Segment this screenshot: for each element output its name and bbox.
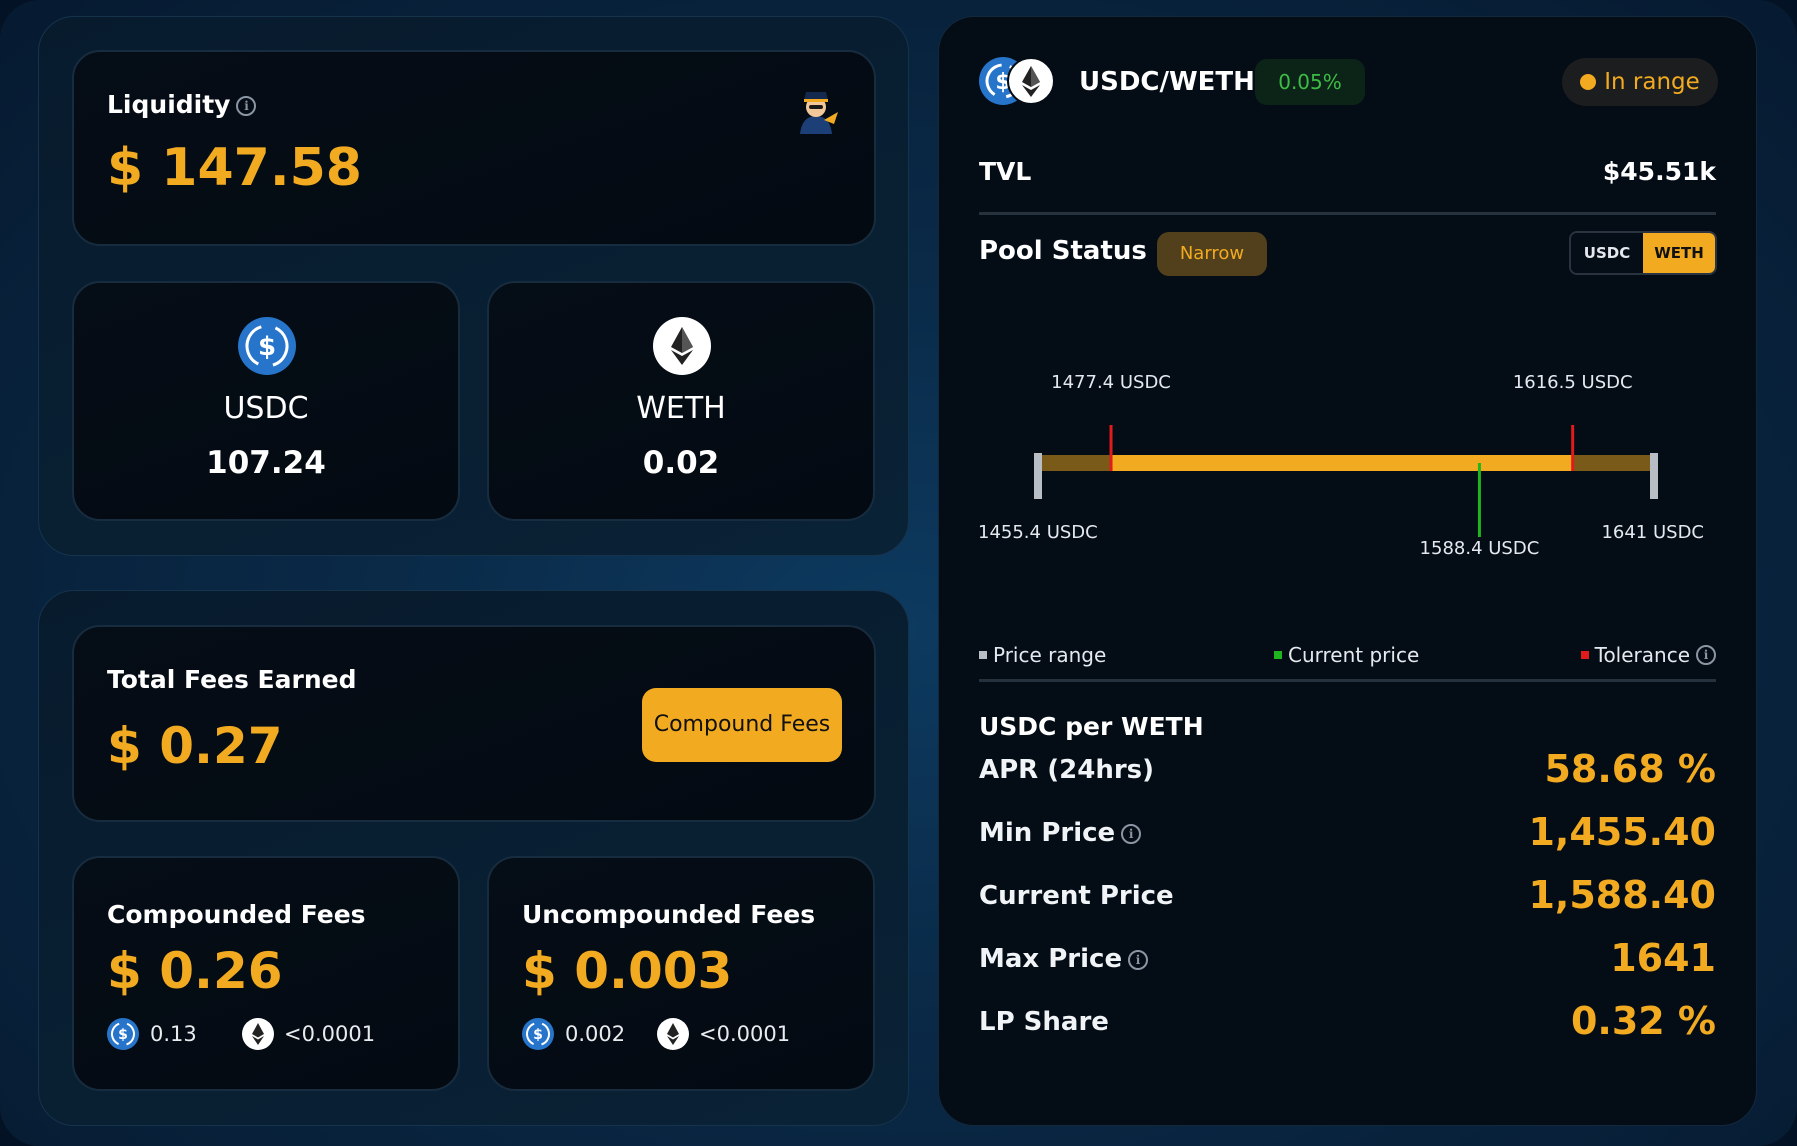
divider [979,212,1716,215]
metric-label-text: Max Price [979,944,1123,974]
svg-text:$: $ [533,1027,543,1043]
uncompounded-fees-card: Uncompounded Fees $ 0.003 $ 0.002 <0.000… [487,856,875,1091]
price-range-chart: 1477.4 USDC 1616.5 USDC 1455.4 USDC 1588… [939,317,1758,577]
weth-amount: 0.02 [642,445,720,481]
info-icon[interactable]: i [1128,949,1149,970]
uncompounded-weth-amount: <0.0001 [699,1022,791,1046]
compounded-usdc-amount: 0.13 [150,1022,197,1046]
usdc-balance-card: $ USDC 107.24 [72,281,460,521]
liquidity-card: Liquidity i $ 147.58 [72,50,876,246]
metric-label-text: Min Price [979,818,1116,848]
current-price-marker [1477,463,1481,537]
legend-price-range: Price range [979,643,1106,667]
total-fees-card: Total Fees Earned $ 0.27 Compound Fees [72,625,876,822]
tvl-label: TVL [979,157,1032,186]
legend-price-range-label: Price range [993,643,1107,667]
info-icon[interactable]: i [236,96,257,116]
token-toggle: USDC WETH [1569,231,1717,275]
tolerance-high-marker [1571,425,1575,471]
compounded-fees-value: $ 0.26 [107,942,283,1000]
tolerance-low-label: 1477.4 USDC [1051,372,1171,393]
legend-square-icon [1274,651,1282,659]
metric-row-label: APR (24hrs) [979,755,1154,785]
toggle-weth-option[interactable]: WETH [1643,233,1715,273]
current-price-label: 1588.4 USDC [1419,538,1540,559]
range-status-text: In range [1604,69,1700,95]
total-fees-value: $ 0.27 [107,717,283,775]
svg-text:$: $ [118,1027,128,1043]
usdc-icon: $ [107,1018,139,1050]
fee-tier-badge: 0.05% [1255,59,1365,105]
weth-balance-card: WETH 0.02 [487,281,875,521]
eth-icon [242,1018,274,1050]
status-dot-icon [1580,74,1597,90]
usdc-icon: $ [522,1018,554,1050]
eth-icon [653,317,711,375]
legend-square-icon [1580,651,1589,659]
metric-row-value: 0.32 % [1570,999,1716,1043]
metric-row-label: Current Price [979,881,1174,911]
compounded-fees-card: Compounded Fees $ 0.26 $ 0.13 <0.0001 [72,856,460,1091]
metric-row-label: LP Share [979,1007,1109,1037]
usdc-symbol: USDC [223,391,309,426]
min-price-label: 1455.4 USDC [978,522,1098,543]
uncompounded-fees-value: $ 0.003 [522,942,733,1000]
legend-square-icon [979,651,987,659]
metric-row-value: 1,588.40 [1528,873,1716,917]
metric-row-value: 1641 [1610,936,1716,980]
pool-panel: $ USDC/WETH 0.05% In range TVL $45.51k P… [938,16,1757,1126]
pool-status-label: Pool Status [979,236,1147,266]
compounded-weth-amount: <0.0001 [284,1022,376,1046]
legend-current-price: Current price [1274,643,1419,667]
svg-text:$: $ [258,332,276,362]
eth-icon [1007,57,1055,105]
max-bound-marker [1650,453,1658,499]
min-bound-marker [1034,453,1042,499]
uncompounded-fees-label: Uncompounded Fees [522,900,816,929]
liquidity-value: $ 147.58 [107,138,362,198]
info-icon[interactable]: i [1121,823,1142,844]
usdc-icon: $ [238,317,296,375]
tvl-value: $45.51k [1602,157,1716,186]
liquidity-label: Liquidity [107,90,231,119]
pool-status-badge: Narrow [1157,232,1267,276]
toggle-usdc-option[interactable]: USDC [1571,233,1643,273]
max-price-label: 1641 USDC [1601,522,1704,543]
info-icon[interactable]: i [1696,645,1716,665]
metric-row-value: 1,455.40 [1528,810,1716,854]
weth-symbol: WETH [636,391,726,426]
legend-tolerance: Tolerance i [1580,643,1716,667]
uncompounded-usdc-amount: 0.002 [565,1022,626,1046]
metrics-title: USDC per WETH [979,712,1204,741]
legend-tolerance-label: Tolerance [1594,643,1690,667]
legend-current-price-label: Current price [1288,643,1420,667]
pilot-avatar-icon [792,86,840,136]
range-status-badge: In range [1562,58,1718,106]
tolerance-low-marker [1109,425,1113,471]
tolerance-high-label: 1616.5 USDC [1512,372,1633,393]
pool-pair: USDC/WETH [1079,67,1255,97]
metric-label-text: APR (24hrs) [979,755,1155,785]
metric-row-value: 58.68 % [1544,747,1716,791]
compound-fees-button[interactable]: Compound Fees [642,688,842,762]
usdc-amount: 107.24 [206,445,326,481]
metric-label-text: LP Share [979,1007,1109,1037]
eth-icon [657,1018,689,1050]
metric-row-label: Max Price i [979,944,1149,974]
compounded-fees-label: Compounded Fees [107,900,366,929]
tolerance-band [1111,455,1573,471]
metric-label-text: Current Price [979,881,1174,911]
metric-row-label: Min Price i [979,818,1142,848]
divider [979,679,1716,682]
total-fees-label: Total Fees Earned [107,665,357,694]
